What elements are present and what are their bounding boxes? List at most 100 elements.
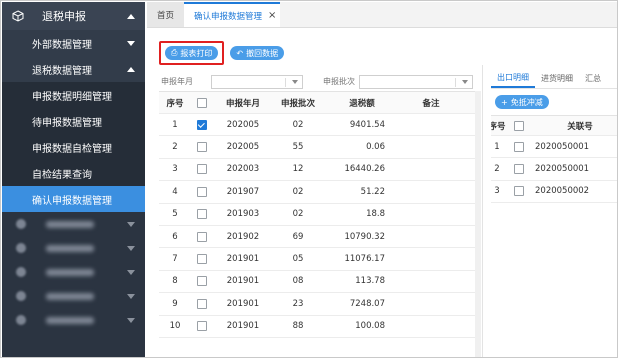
table-row[interactable]: 2 202005 55 0.06 [159, 136, 479, 159]
declaration-month-label: 申报年月 [161, 77, 193, 86]
row-checkbox[interactable] [197, 231, 207, 242]
sidebar-item-label: 申报数据明细管理 [32, 91, 112, 103]
row-checkbox[interactable] [197, 254, 207, 265]
declaration-batch-cell: 12 [292, 164, 304, 175]
related-number-cell: 2020050002 [535, 186, 590, 197]
chevron-down-icon [127, 245, 135, 251]
chevron-down-icon [127, 269, 135, 275]
row-checkbox[interactable] [197, 164, 207, 175]
select-all-checkbox[interactable] [197, 97, 207, 108]
sidebar-item-label: 待申报数据管理 [32, 117, 102, 129]
refund-amount-cell: 113.78 [355, 276, 385, 287]
declaration-batch-cell: 02 [292, 209, 304, 220]
menu-icon [16, 267, 26, 277]
row-checkbox[interactable] [514, 164, 524, 175]
sidebar-group-external-data[interactable]: 外部数据管理 [2, 30, 145, 56]
plus-icon: + [501, 97, 508, 107]
sidebar-menu-tax-refund[interactable]: 退税申报 [2, 2, 145, 30]
table-row[interactable]: 9 201901 23 7248.07 [159, 293, 479, 316]
table-row[interactable]: 3 2020050002 [491, 181, 617, 204]
table-row[interactable]: 1 2020050001 [491, 136, 617, 159]
tab-confirm-declaration[interactable]: 确认申报数据管理 × [184, 2, 281, 27]
sidebar-menu-blurred[interactable] [2, 212, 145, 236]
table-row[interactable]: 2 2020050001 [491, 158, 617, 181]
tab-purchase-detail[interactable]: 进货明细 [535, 69, 579, 88]
print-report-button[interactable]: ⎙ 报表打印 [165, 46, 219, 60]
row-index: 2 [494, 164, 500, 175]
declaration-batch-select[interactable] [359, 75, 473, 89]
sidebar-menu-blurred[interactable] [2, 260, 145, 284]
declaration-month-cell: 201903 [226, 209, 260, 220]
sidebar-item-check-results[interactable]: 自检结果查询 [2, 160, 145, 186]
table-row[interactable]: 5 201903 02 18.8 [159, 204, 479, 226]
sidebar-group-label: 退税数据管理 [32, 65, 92, 77]
chevron-down-icon [462, 80, 468, 84]
row-checkbox[interactable] [197, 142, 207, 153]
column-header: 退税额 [349, 98, 375, 109]
row-index: 10 [169, 321, 181, 332]
sidebar-menu-blurred[interactable] [2, 284, 145, 308]
sidebar-item-pending-declaration[interactable]: 待申报数据管理 [2, 108, 145, 134]
sidebar-item-self-check[interactable]: 申报数据自检管理 [2, 134, 145, 160]
row-checkbox[interactable] [197, 298, 207, 309]
row-index: 1 [494, 141, 500, 152]
sidebar-menu-blurred[interactable] [2, 236, 145, 260]
table-scrollbar[interactable] [475, 91, 481, 357]
declaration-month-cell: 202003 [226, 164, 260, 175]
sidebar-item-confirm-declaration[interactable]: 确认申报数据管理 [2, 186, 145, 212]
declaration-month-cell: 201902 [226, 231, 260, 242]
column-header: 备注 [422, 98, 440, 109]
refund-amount-cell: 51.22 [360, 186, 385, 197]
highlight-box: ⎙ 报表打印 [159, 41, 225, 65]
declaration-month-select[interactable] [211, 75, 303, 89]
table-row[interactable]: 4 201907 02 51.22 [159, 181, 479, 204]
button-label: 免抵冲减 [510, 97, 543, 107]
row-index: 3 [172, 164, 178, 175]
table-row[interactable]: 3 202003 12 16440.26 [159, 159, 479, 182]
table-row[interactable]: 1 202005 02 9401.54 [159, 114, 479, 137]
tab-home[interactable]: 首页 [147, 2, 185, 27]
row-index: 1 [172, 119, 178, 130]
declaration-batch-cell: 88 [292, 321, 304, 332]
row-index: 5 [172, 209, 178, 220]
tab-summary[interactable]: 汇总 [579, 69, 607, 88]
row-index: 6 [172, 231, 178, 242]
table-header: 序号 关联号 [491, 116, 617, 136]
refund-amount-cell: 9401.54 [349, 119, 385, 130]
row-checkbox[interactable] [197, 321, 207, 332]
menu-icon [16, 291, 26, 301]
sidebar-group-refund-data[interactable]: 退税数据管理 [2, 56, 145, 82]
panel-divider [482, 65, 483, 357]
table-row[interactable]: 6 201902 69 10790.32 [159, 226, 479, 249]
sidebar-item-label: 申报数据自检管理 [32, 143, 112, 155]
exemption-offset-button[interactable]: + 免抵冲减 [495, 95, 549, 109]
column-header: 关联号 [567, 121, 593, 132]
button-label: 撤回数据 [246, 48, 279, 58]
sidebar-menu-blurred[interactable] [2, 308, 145, 332]
select-all-checkbox[interactable] [514, 120, 524, 131]
chevron-down-icon [127, 293, 135, 299]
table-row[interactable]: 8 201901 08 113.78 [159, 271, 479, 294]
table-row[interactable]: 10 201901 88 100.08 [159, 316, 479, 338]
sidebar-item-declaration-detail[interactable]: 申报数据明细管理 [2, 82, 145, 108]
row-checkbox[interactable] [197, 209, 207, 220]
close-icon[interactable]: × [268, 10, 276, 21]
row-checkbox[interactable] [197, 186, 207, 197]
column-header: 序号 [166, 98, 184, 109]
withdraw-data-button[interactable]: ↶ 撤回数据 [230, 46, 285, 60]
declaration-month-cell: 201901 [226, 298, 260, 309]
sidebar-item-label: 自检结果查询 [32, 169, 92, 181]
table-row[interactable]: 7 201901 05 11076.17 [159, 248, 479, 271]
row-checkbox[interactable] [514, 141, 524, 152]
tab-label: 首页 [157, 10, 175, 21]
row-index: 3 [494, 186, 500, 197]
row-checkbox[interactable] [197, 276, 207, 287]
tab-export-detail[interactable]: 出口明细 [491, 69, 535, 88]
row-checkbox[interactable] [197, 119, 207, 130]
tab-bar: 首页 确认申报数据管理 × [147, 2, 617, 28]
column-header: 申报批次 [280, 98, 315, 109]
refund-amount-cell: 18.8 [366, 209, 385, 220]
row-checkbox[interactable] [514, 186, 524, 197]
declaration-batch-cell: 55 [292, 142, 304, 153]
declaration-batch-cell: 69 [292, 231, 304, 242]
